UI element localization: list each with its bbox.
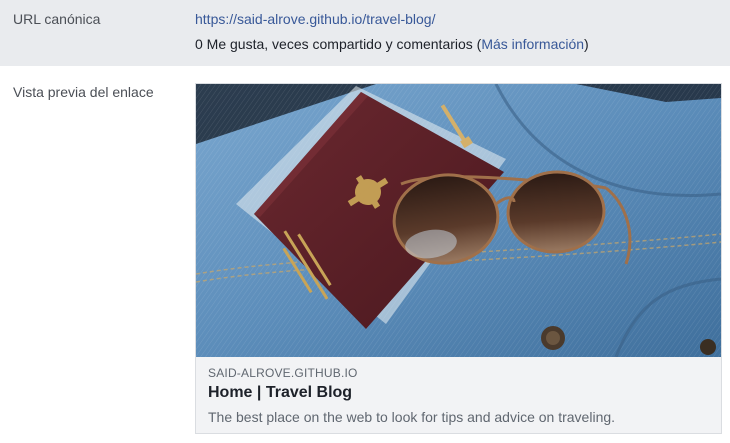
- preview-description: The best place on the web to look for ti…: [208, 409, 616, 425]
- preview-title[interactable]: Home | Travel Blog: [208, 384, 352, 402]
- engagement-stats-text: 0 Me gusta, veces compartido y comentari…: [195, 36, 482, 52]
- canonical-url-label: URL canónica: [13, 11, 101, 27]
- link-preview-row: Vista previa del enlace SAID-ALROVE.GITH…: [0, 66, 730, 443]
- preview-domain: SAID-ALROVE.GITHUB.IO: [208, 366, 358, 380]
- link-preview-card[interactable]: SAID-ALROVE.GITHUB.IO Home | Travel Blog…: [195, 83, 722, 434]
- canonical-url-link[interactable]: https://said-alrove.github.io/travel-blo…: [195, 11, 435, 27]
- more-info-link[interactable]: Más información: [481, 36, 584, 52]
- canonical-url-row: URL canónica https://said-alrove.github.…: [0, 0, 730, 66]
- engagement-stats-close: ): [584, 36, 589, 52]
- preview-image[interactable]: [196, 84, 721, 357]
- link-preview-label: Vista previa del enlace: [13, 84, 154, 100]
- engagement-stats: 0 Me gusta, veces compartido y comentari…: [195, 36, 589, 52]
